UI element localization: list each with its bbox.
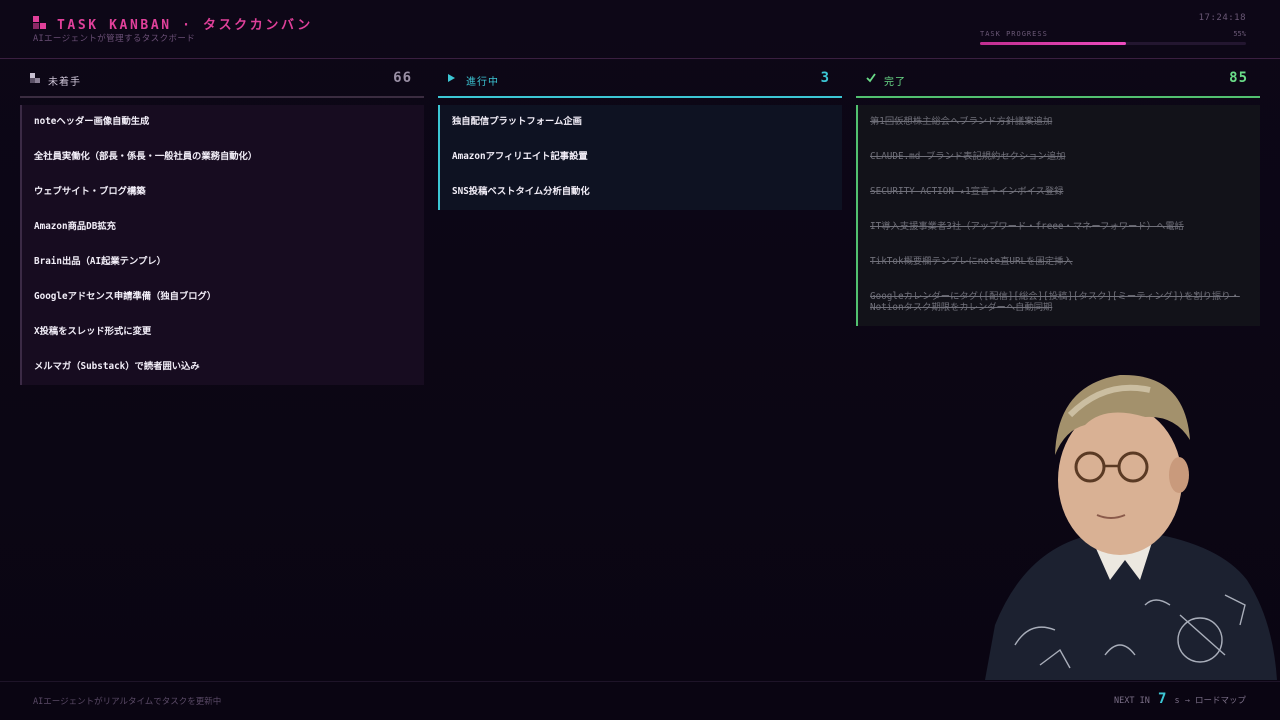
column-in-progress: 進行中 3 独自配信プラットフォーム企画 Amazonアフィリエイト記事設置 S… (438, 64, 842, 210)
task-card[interactable]: Amazonアフィリエイト記事設置 (440, 140, 842, 175)
header: TASK KANBAN · タスクカンバン AIエージェントが管理するタスクボー… (0, 0, 1280, 59)
status-message: AIエージェントがリアルタイムでタスクを更新中 (33, 697, 222, 707)
page-subtitle: AIエージェントが管理するタスクボード (33, 34, 196, 44)
play-triangle-icon (448, 73, 456, 86)
task-card[interactable]: 全社員実働化（部長・係長・一般社員の業務自動化） (22, 140, 424, 175)
column-header: 未着手 66 (20, 64, 424, 98)
task-card[interactable]: ウェブサイト・ブログ構築 (22, 175, 424, 210)
kanban-logo-icon (33, 16, 47, 30)
footer: AIエージェントがリアルタイムでタスクを更新中 NEXT IN 7 s → ロー… (0, 681, 1280, 720)
task-card[interactable]: 独自配信プラットフォーム企画 (440, 105, 842, 140)
presenter-webcam-icon (985, 355, 1277, 680)
task-card[interactable]: CLAUDE.md ブランド表記規約セクション追加 (858, 140, 1260, 175)
column-header: 進行中 3 (438, 64, 842, 98)
task-card[interactable]: X投稿をスレッド形式に変更 (22, 315, 424, 350)
progress-bar-fill (980, 42, 1127, 45)
card-list: 独自配信プラットフォーム企画 Amazonアフィリエイト記事設置 SNS投稿ベス… (438, 105, 842, 210)
progress-percent: 55% (1233, 30, 1246, 38)
stacked-squares-icon (30, 73, 40, 86)
column-count: 3 (820, 70, 830, 86)
task-card[interactable]: SECURITY ACTION ★1宣言＋インボイス登録 (858, 175, 1260, 210)
column-todo: 未着手 66 noteヘッダー画像自動生成 全社員実働化（部長・係長・一般社員の… (20, 64, 424, 385)
task-card[interactable]: Googleカレンダーにタグ([配信][総会][投稿][タスク][ミーティング]… (858, 280, 1260, 326)
column-count: 66 (393, 70, 412, 86)
progress-label: TASK PROGRESS (980, 30, 1048, 38)
task-card[interactable]: IT導入支援事業者3社（アップワード・freee・マネーフォワード）へ電話 (858, 210, 1260, 245)
page-title: TASK KANBAN · タスクカンバン (57, 18, 313, 33)
next-suffix: s → ロードマップ (1174, 696, 1246, 706)
column-done: 完了 85 第1回仮想株主総会へブランド方針議案追加 CLAUDE.md ブラン… (856, 64, 1260, 326)
progress-bar (980, 42, 1246, 45)
task-card[interactable]: Brain出品（AI起業テンプレ） (22, 245, 424, 280)
column-title: 進行中 (466, 77, 499, 88)
task-card[interactable]: メルマガ（Substack）で読者囲い込み (22, 350, 424, 385)
column-title: 完了 (884, 77, 906, 88)
kanban-page: TASK KANBAN · タスクカンバン AIエージェントが管理するタスクボー… (0, 0, 1280, 720)
task-card[interactable]: noteヘッダー画像自動生成 (22, 105, 424, 140)
clock: 17:24:18 (1198, 13, 1246, 23)
column-title: 未着手 (48, 77, 81, 88)
next-prefix: NEXT IN (1114, 696, 1150, 706)
card-list: noteヘッダー画像自動生成 全社員実働化（部長・係長・一般社員の業務自動化） … (20, 105, 424, 385)
task-card[interactable]: TikTok概要欄テンプレにnote直URLを固定挿入 (858, 245, 1260, 280)
check-icon (866, 73, 876, 86)
task-card[interactable]: 第1回仮想株主総会へブランド方針議案追加 (858, 105, 1260, 140)
next-seconds: 7 (1157, 691, 1167, 707)
column-count: 85 (1229, 70, 1248, 86)
card-list: 第1回仮想株主総会へブランド方針議案追加 CLAUDE.md ブランド表記規約セ… (856, 105, 1260, 326)
column-header: 完了 85 (856, 64, 1260, 98)
task-card[interactable]: Googleアドセンス申請準備（独自ブログ） (22, 280, 424, 315)
task-card[interactable]: Amazon商品DB拡充 (22, 210, 424, 245)
next-countdown: NEXT IN 7 s → ロードマップ (1114, 691, 1246, 707)
task-card[interactable]: SNS投稿ベストタイム分析自動化 (440, 175, 842, 210)
